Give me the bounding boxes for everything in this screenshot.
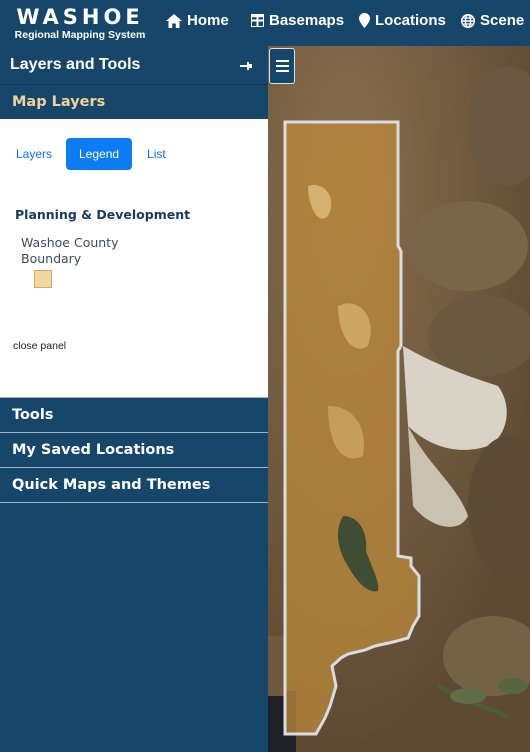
tools-label: Tools [12,407,54,423]
satellite-imagery [268,46,530,752]
accordion-my-saved-locations[interactable]: My Saved Locations [0,433,268,468]
sidebar-title-bar: Layers and Tools [0,46,268,85]
brand-logo[interactable]: WASHOE Regional Mapping System [0,6,160,41]
saved-locations-label: My Saved Locations [12,442,175,458]
map-layers-label: Map Layers [12,94,106,110]
accordion-map-layers[interactable]: Map Layers [0,85,268,119]
nav-locations-label: Locations [375,12,446,29]
brand-subtitle: Regional Mapping System [14,29,146,41]
nav-basemaps[interactable]: Basemaps [251,12,344,29]
nav-home-label: Home [187,12,229,29]
nav-scene[interactable]: Scene [461,12,524,29]
tab-layers[interactable]: Layers [16,147,52,161]
quick-maps-label: Quick Maps and Themes [12,477,211,493]
top-header: WASHOE Regional Mapping System Home Base… [0,0,530,46]
home-icon [166,13,182,28]
legend-item-label: Washoe County Boundary [21,235,119,266]
map-marker-icon [359,13,370,28]
accordion-tools[interactable]: Tools [0,397,268,433]
tab-legend[interactable]: Legend [66,138,133,170]
globe-icon [461,13,475,28]
sidebar-panel: Layers and Tools Map Layers Layers Legen… [0,46,269,752]
close-panel-link[interactable]: close panel [13,340,66,352]
sidebar-title: Layers and Tools [10,56,141,73]
legend-group-heading: Planning & Development [15,207,191,222]
legend-swatch [34,270,52,288]
pin-icon[interactable] [240,46,252,84]
tab-list[interactable]: List [147,147,166,161]
nav-basemaps-label: Basemaps [269,12,345,29]
nav-scene-label: Scene [480,12,525,29]
layer-view-tabs: Layers Legend List [0,138,166,170]
map-view[interactable] [268,46,530,752]
nav-home[interactable]: Home [166,12,229,29]
accordion-quick-maps[interactable]: Quick Maps and Themes [0,468,268,503]
map-layers-panel: Layers Legend List Planning & Developmen… [0,119,268,397]
grid-icon [251,14,264,27]
brand-title: WASHOE [16,5,144,29]
menu-toggle-button[interactable] [269,48,295,84]
nav-locations[interactable]: Locations [359,12,446,29]
